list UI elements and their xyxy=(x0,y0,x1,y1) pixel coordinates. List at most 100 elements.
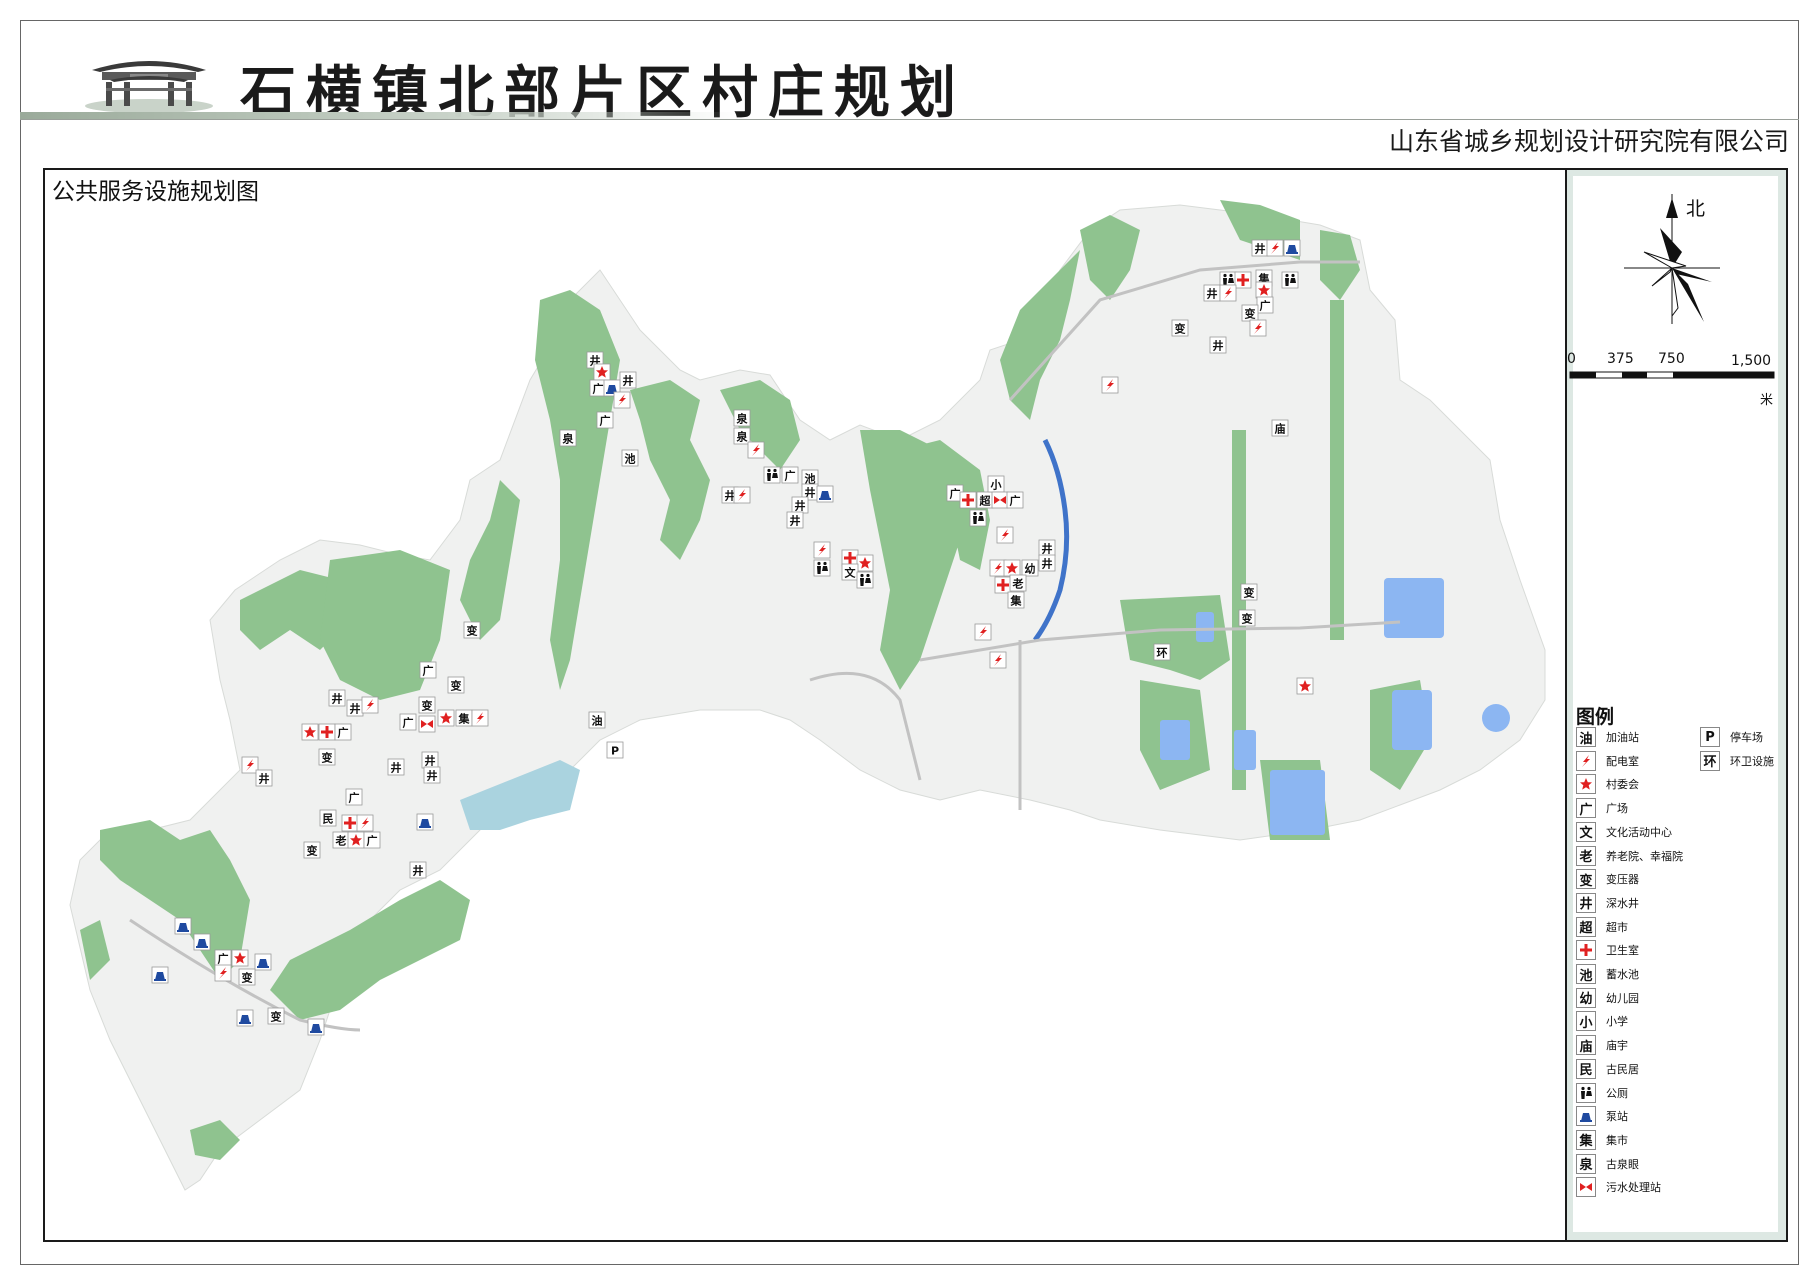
map-point-label: 文 xyxy=(845,566,857,580)
map-point-well: 井 xyxy=(346,699,364,717)
map-point-well: 井 xyxy=(328,689,346,707)
map-point-label: 池 xyxy=(805,472,816,486)
map-point-label: 广 xyxy=(403,716,414,730)
map-point-clinic xyxy=(318,723,336,741)
map-point-square: 广 xyxy=(214,949,232,967)
sewage-icon xyxy=(1576,1177,1596,1198)
scale-tick-0: 0 xyxy=(1567,351,1576,367)
legend-item-parking: P 停车场 xyxy=(1700,726,1763,748)
map-point-well: 井 xyxy=(786,511,804,529)
scale-unit: 米 xyxy=(1760,393,1774,408)
legend-label-parking: 停车场 xyxy=(1730,731,1763,744)
red-cross-icon xyxy=(1576,940,1596,961)
legend-symbol-spring: 泉 xyxy=(1576,1153,1596,1174)
legend-label-square: 广场 xyxy=(1606,802,1628,816)
map-point-label: 泉 xyxy=(736,412,749,426)
map-point-label: 井 xyxy=(1213,339,1224,353)
map-point-clinic xyxy=(841,549,859,567)
map-point-committee xyxy=(347,831,365,849)
map-point-toilet xyxy=(763,466,781,484)
map-point-label: 集 xyxy=(1010,594,1023,608)
map-point-label: 广 xyxy=(785,469,796,483)
map-point-transformer: 变 xyxy=(447,676,465,694)
legend-item-pump: 泵站 xyxy=(1576,1105,1628,1127)
lightning-icon xyxy=(1576,750,1596,771)
legend-label-sanitation: 环卫设施 xyxy=(1730,754,1774,768)
map-point-sewage xyxy=(418,715,436,733)
legend-label-elderly: 养老院、幸福院 xyxy=(1606,849,1683,863)
map-point-clinic xyxy=(959,491,977,509)
legend-label-market: 超市 xyxy=(1606,920,1628,934)
map-point-clinic xyxy=(1234,271,1252,289)
pump-icon xyxy=(1576,1106,1596,1127)
map-point-kinder: 幼 xyxy=(1021,559,1039,577)
legend-item-transformer: 变变压器 xyxy=(1576,868,1639,890)
map-point-spring: 泉 xyxy=(733,409,751,427)
legend-item-well: 井深水井 xyxy=(1576,892,1639,914)
legend-label-transformer: 变压器 xyxy=(1606,873,1639,887)
map-point-power xyxy=(1249,319,1267,337)
map-point-well: 井 xyxy=(409,861,427,879)
map-point-label: 集 xyxy=(458,712,471,726)
map-point-label: 变 xyxy=(1175,322,1186,336)
legend-symbol-fair: 集 xyxy=(1576,1129,1596,1150)
legend-symbol-temple: 庙 xyxy=(1576,1035,1596,1056)
map-point-label: 泉 xyxy=(736,430,749,444)
legend-symbol-elderly: 老 xyxy=(1576,845,1596,866)
legend-item-spring: 泉古泉眼 xyxy=(1576,1153,1639,1175)
map-point-pump xyxy=(254,953,272,971)
map-point-power xyxy=(471,709,489,727)
map-point-well: 井 xyxy=(421,751,439,769)
legend-label-kinder: 幼儿园 xyxy=(1606,991,1639,1005)
map-point-label: 广 xyxy=(600,414,611,428)
legend-item-oil: 油加油站 xyxy=(1576,726,1639,748)
map-point-committee xyxy=(437,709,455,727)
map-point-label: 井 xyxy=(259,772,270,786)
legend-symbol-school: 小 xyxy=(1576,1011,1596,1032)
legend-item-power: 配电室 xyxy=(1576,750,1639,772)
map-point-transformer: 变 xyxy=(463,621,481,639)
map-point-transformer: 变 xyxy=(303,841,321,859)
map-point-committee xyxy=(1296,677,1314,695)
map-point-well: 井 xyxy=(1038,554,1056,572)
legend-symbol-sanitation: 环 xyxy=(1700,750,1720,771)
map-point-pump xyxy=(193,933,211,951)
map-point-transformer: 变 xyxy=(1241,304,1259,322)
company-name: 山东省城乡规划设计研究院有限公司 xyxy=(1388,127,1789,156)
legend-symbol-oil: 油 xyxy=(1576,727,1596,747)
legend-symbol-reservoir: 池 xyxy=(1576,964,1596,984)
north-label: 北 xyxy=(1686,198,1706,220)
toilet-icon xyxy=(1576,1082,1596,1103)
map-point-square: 广 xyxy=(419,661,437,679)
map-point-square: 广 xyxy=(596,411,614,429)
map-point-square: 广 xyxy=(1006,491,1024,509)
legend-label-oil: 加油站 xyxy=(1606,731,1639,744)
map-point-label: 广 xyxy=(218,952,229,966)
map-point-transformer: 变 xyxy=(238,968,256,986)
legend-symbol-square: 广 xyxy=(1576,798,1596,819)
map-point-committee xyxy=(1255,281,1273,299)
legend-item-market: 超超市 xyxy=(1576,916,1628,938)
map-point-clinic xyxy=(994,576,1012,594)
map-point-label: 变 xyxy=(322,751,333,765)
map-canvas: 井广井广泉池泉泉广 池井井井井文广超小广井幼 井老集井集井广变变井庙变变环变广变井井… xyxy=(69,200,1560,1240)
map-point-power xyxy=(361,696,379,714)
map-point-label: 幼 xyxy=(1025,562,1036,576)
map-point-pump xyxy=(307,1018,325,1036)
map-point-label: 广 xyxy=(950,487,961,501)
map-point-committee xyxy=(231,949,249,967)
map-point-transformer: 变 xyxy=(267,1007,285,1025)
map-point-culture: 文 xyxy=(841,563,859,581)
map-point-well: 井 xyxy=(1251,239,1269,257)
map-point-well: 井 xyxy=(387,758,405,776)
map-point-temple: 庙 xyxy=(1271,419,1289,437)
legend-label-temple: 庙宇 xyxy=(1606,1039,1628,1053)
legend-symbol-well: 井 xyxy=(1576,892,1596,913)
map-point-toilet xyxy=(1281,271,1299,289)
map-point-label: 广 xyxy=(349,791,360,805)
legend-item-school: 小小学 xyxy=(1576,1010,1628,1032)
map-point-label: 广 xyxy=(423,664,434,678)
map-point-toilet xyxy=(969,509,987,527)
map-point-power xyxy=(613,391,631,409)
map-point-power xyxy=(733,486,751,504)
